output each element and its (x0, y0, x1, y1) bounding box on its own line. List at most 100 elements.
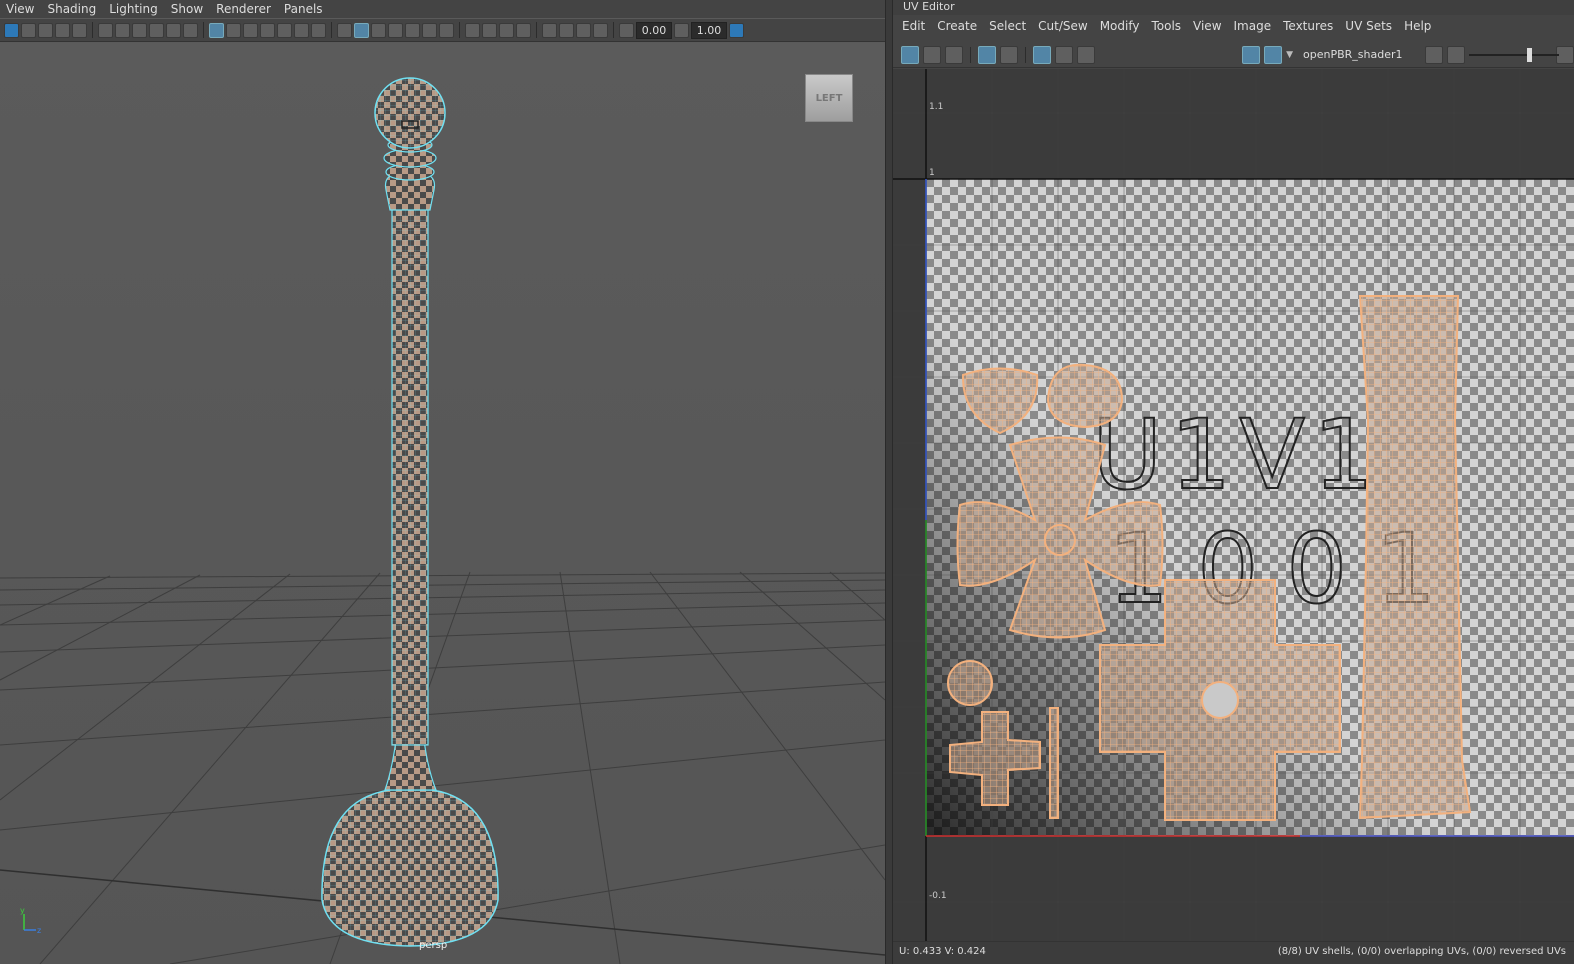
ruler-v-neg: -0.1 (929, 891, 947, 901)
uv-menu-modify[interactable]: Modify (1095, 19, 1147, 33)
uv-shaded-icon[interactable] (1000, 45, 1018, 64)
select-camera-icon[interactable] (4, 22, 19, 38)
toolbar-separator (459, 22, 460, 38)
panel-splitter[interactable] (885, 0, 893, 964)
menu-show[interactable]: Show (165, 2, 210, 16)
toolbar-separator (970, 46, 971, 63)
menu-renderer[interactable]: Renderer (210, 2, 278, 16)
viewport-toolbar: 0.00 1.00 (0, 19, 885, 42)
backface-culling-icon[interactable] (593, 22, 608, 38)
uv-distortion-icon[interactable] (1424, 45, 1443, 64)
gamma-icon[interactable] (674, 22, 689, 38)
toolbar-separator (1025, 46, 1026, 63)
uv-menu-tools[interactable]: Tools (1146, 19, 1188, 33)
uv-coordinates: U: 0.433 V: 0.424 (899, 946, 986, 957)
uv-texture-icon[interactable] (1446, 45, 1465, 64)
motion-blur-icon[interactable] (482, 22, 497, 38)
uv-menu-edit[interactable]: Edit (897, 19, 932, 33)
image-icon[interactable] (294, 22, 309, 38)
region-icon[interactable] (277, 22, 292, 38)
color-management-icon[interactable] (729, 22, 744, 38)
text-icon[interactable] (311, 22, 326, 38)
wireframe-on-shaded-icon[interactable] (388, 22, 403, 38)
toolbar-separator (203, 22, 204, 38)
uv-menu-uv-sets[interactable]: UV Sets (1340, 19, 1399, 33)
camera-label: persp (419, 940, 448, 951)
isolate-select-icon[interactable] (542, 22, 557, 38)
gate-mask-icon[interactable] (149, 22, 164, 38)
viewport-scene: y z (0, 43, 885, 964)
slider-knob[interactable] (1526, 47, 1532, 62)
uv-checker-icon[interactable] (1264, 45, 1283, 64)
uv-select-icon[interactable] (901, 45, 919, 64)
camera-icon[interactable] (98, 22, 113, 38)
exposure-field[interactable]: 0.00 (636, 21, 672, 39)
viewport-panel[interactable]: View Shading Lighting Show Renderer Pane… (0, 0, 885, 964)
viewport-menubar: View Shading Lighting Show Renderer Pane… (0, 0, 885, 18)
uv-canvas[interactable]: 1.1 1 -0.1 U1V1 1001 (893, 69, 1574, 941)
tile-label-u1v1: U1V1 (1092, 399, 1382, 511)
uv-brightness-slider[interactable] (1468, 47, 1559, 62)
smooth-shade-icon[interactable] (354, 22, 369, 38)
lights-icon[interactable] (422, 22, 437, 38)
shadows-icon[interactable] (439, 22, 454, 38)
axis-z-label: z (37, 926, 41, 935)
uv-editor-title: UV Editor (893, 0, 1574, 15)
uv-toolbar-expand-icon[interactable] (1556, 45, 1574, 64)
grid-icon[interactable] (209, 22, 224, 38)
ambient-occlusion-icon[interactable] (465, 22, 480, 38)
viewport-canvas[interactable]: y z (0, 43, 885, 964)
gamma-field[interactable]: 1.00 (691, 21, 727, 39)
uv-grid-view: 1.1 1 -0.1 U1V1 1001 (893, 69, 1574, 941)
toolbar-separator (613, 22, 614, 38)
overscan-icon[interactable] (260, 22, 275, 38)
view-cube-label: LEFT (815, 92, 843, 104)
xray-joints-icon[interactable] (576, 22, 591, 38)
toolbar-separator (92, 22, 93, 38)
chevron-down-icon[interactable]: ▼ (1286, 50, 1293, 60)
depth-of-field-icon[interactable] (516, 22, 531, 38)
wireframe-icon[interactable] (337, 22, 352, 38)
bookmark-icon[interactable] (38, 22, 53, 38)
shader-name-label[interactable]: openPBR_shader1 (1303, 48, 1403, 61)
menu-shading[interactable]: Shading (41, 2, 103, 16)
ruler-v-1: 1 (929, 168, 935, 178)
grease-pencil-icon[interactable] (183, 22, 198, 38)
xray-icon[interactable] (559, 22, 574, 38)
uv-layout-icon[interactable] (945, 45, 963, 64)
uv-menu-help[interactable]: Help (1399, 19, 1438, 33)
safe-action-icon[interactable] (226, 22, 241, 38)
camera-attributes-icon[interactable] (21, 22, 36, 38)
uv-menu-cut-sew[interactable]: Cut/Sew (1033, 19, 1095, 33)
uv-snapshot-icon[interactable] (1077, 45, 1095, 64)
film-gate-icon[interactable] (115, 22, 130, 38)
uv-status-bar: U: 0.433 V: 0.424 (8/8) UV shells, (0/0)… (893, 941, 1574, 964)
uv-snap-icon[interactable] (1055, 45, 1073, 64)
use-default-material-icon[interactable] (371, 22, 386, 38)
view-cube[interactable]: LEFT (805, 74, 853, 122)
uv-shell-icon[interactable] (923, 45, 941, 64)
uv-menu-view[interactable]: View (1188, 19, 1228, 33)
toolbar-separator (536, 22, 537, 38)
exposure-icon[interactable] (619, 22, 634, 38)
uv-menu-image[interactable]: Image (1229, 19, 1279, 33)
uv-menu-textures[interactable]: Textures (1278, 19, 1340, 33)
uv-menu-create[interactable]: Create (932, 19, 984, 33)
safe-title-icon[interactable] (243, 22, 258, 38)
two-d-pan-icon[interactable] (72, 22, 87, 38)
textured-icon[interactable] (405, 22, 420, 38)
uv-wireframe-icon[interactable] (978, 45, 996, 64)
ruler-v-1-1: 1.1 (929, 102, 943, 112)
uv-grid-icon[interactable] (1033, 45, 1051, 64)
menu-view[interactable]: View (0, 2, 41, 16)
uv-menubar: Edit Create Select Cut/Sew Modify Tools … (893, 16, 1574, 36)
anti-aliasing-icon[interactable] (499, 22, 514, 38)
field-chart-icon[interactable] (166, 22, 181, 38)
image-plane-icon[interactable] (55, 22, 70, 38)
menu-lighting[interactable]: Lighting (103, 2, 165, 16)
uv-menu-select[interactable]: Select (984, 19, 1033, 33)
resolution-gate-icon[interactable] (132, 22, 147, 38)
menu-panels[interactable]: Panels (278, 2, 330, 16)
uv-editor-panel: UV Editor Edit Create Select Cut/Sew Mod… (893, 0, 1574, 964)
uv-display-image-icon[interactable] (1242, 45, 1261, 64)
